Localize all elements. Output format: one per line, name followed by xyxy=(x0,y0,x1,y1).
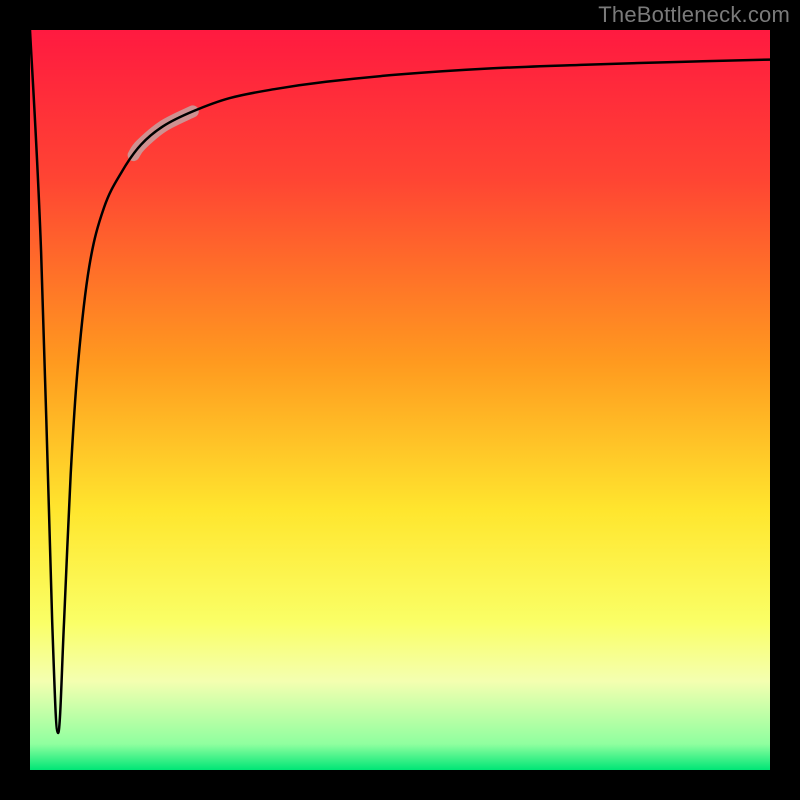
chart-frame: TheBottleneck.com xyxy=(0,0,800,800)
bottleneck-chart xyxy=(0,0,800,800)
watermark-label: TheBottleneck.com xyxy=(598,2,790,28)
